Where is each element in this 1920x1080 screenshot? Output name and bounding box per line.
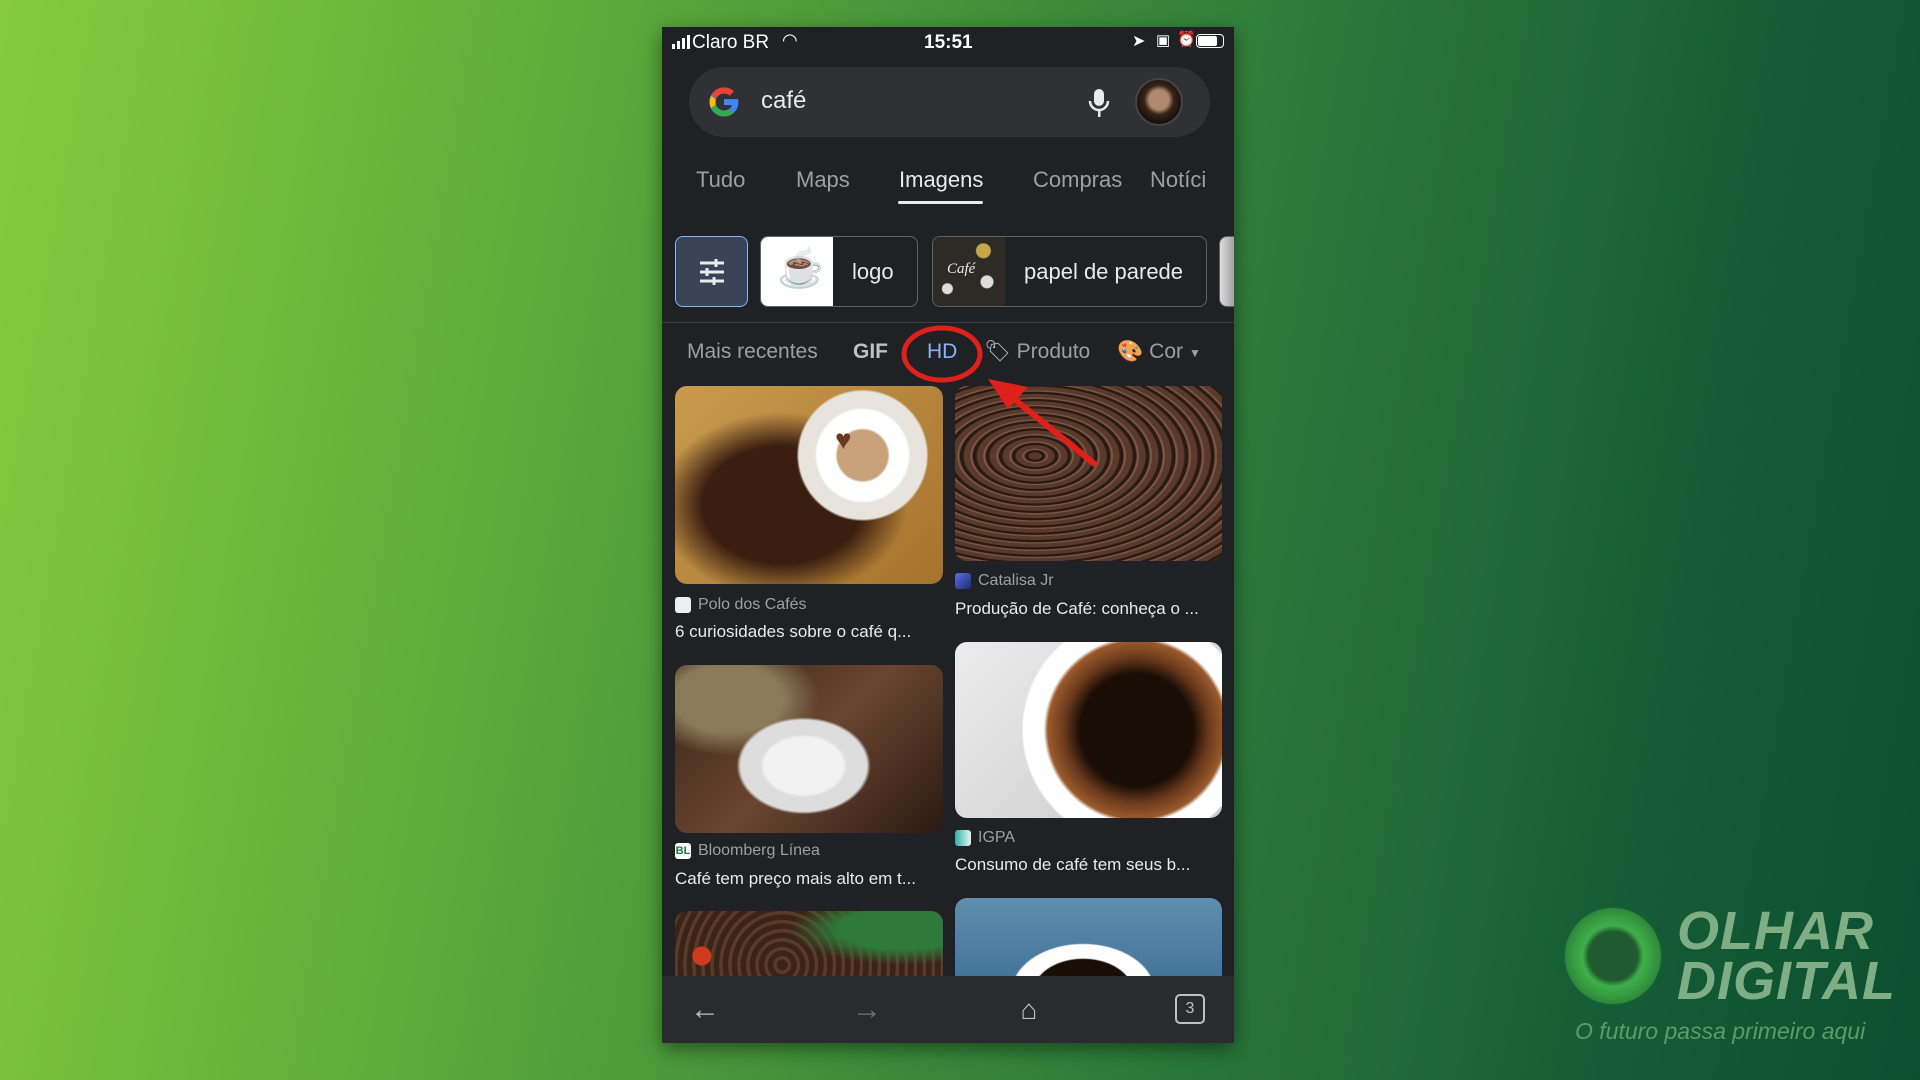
- brand-text: OLHAR DIGITAL: [1677, 901, 1896, 1011]
- tagline: O futuro passa primeiro aqui: [1575, 1018, 1866, 1044]
- hd-highlight-circle: [901, 325, 983, 383]
- olhar-digital-watermark: OLHAR DIGITAL O futuro passa primeiro aq…: [1555, 900, 1915, 1060]
- brand-line-2: DIGITAL: [1677, 951, 1896, 1011]
- eye-logo-icon: [1559, 902, 1667, 1010]
- brand-line-1: OLHAR: [1677, 901, 1874, 961]
- annotation-arrow-shaft: [1002, 388, 1098, 468]
- phone-screen: Claro BR ◠ 15:51 ➤ ▣ ⏰ café Tudo Maps Im…: [662, 27, 1234, 1043]
- annotation-overlay: [901, 325, 1098, 468]
